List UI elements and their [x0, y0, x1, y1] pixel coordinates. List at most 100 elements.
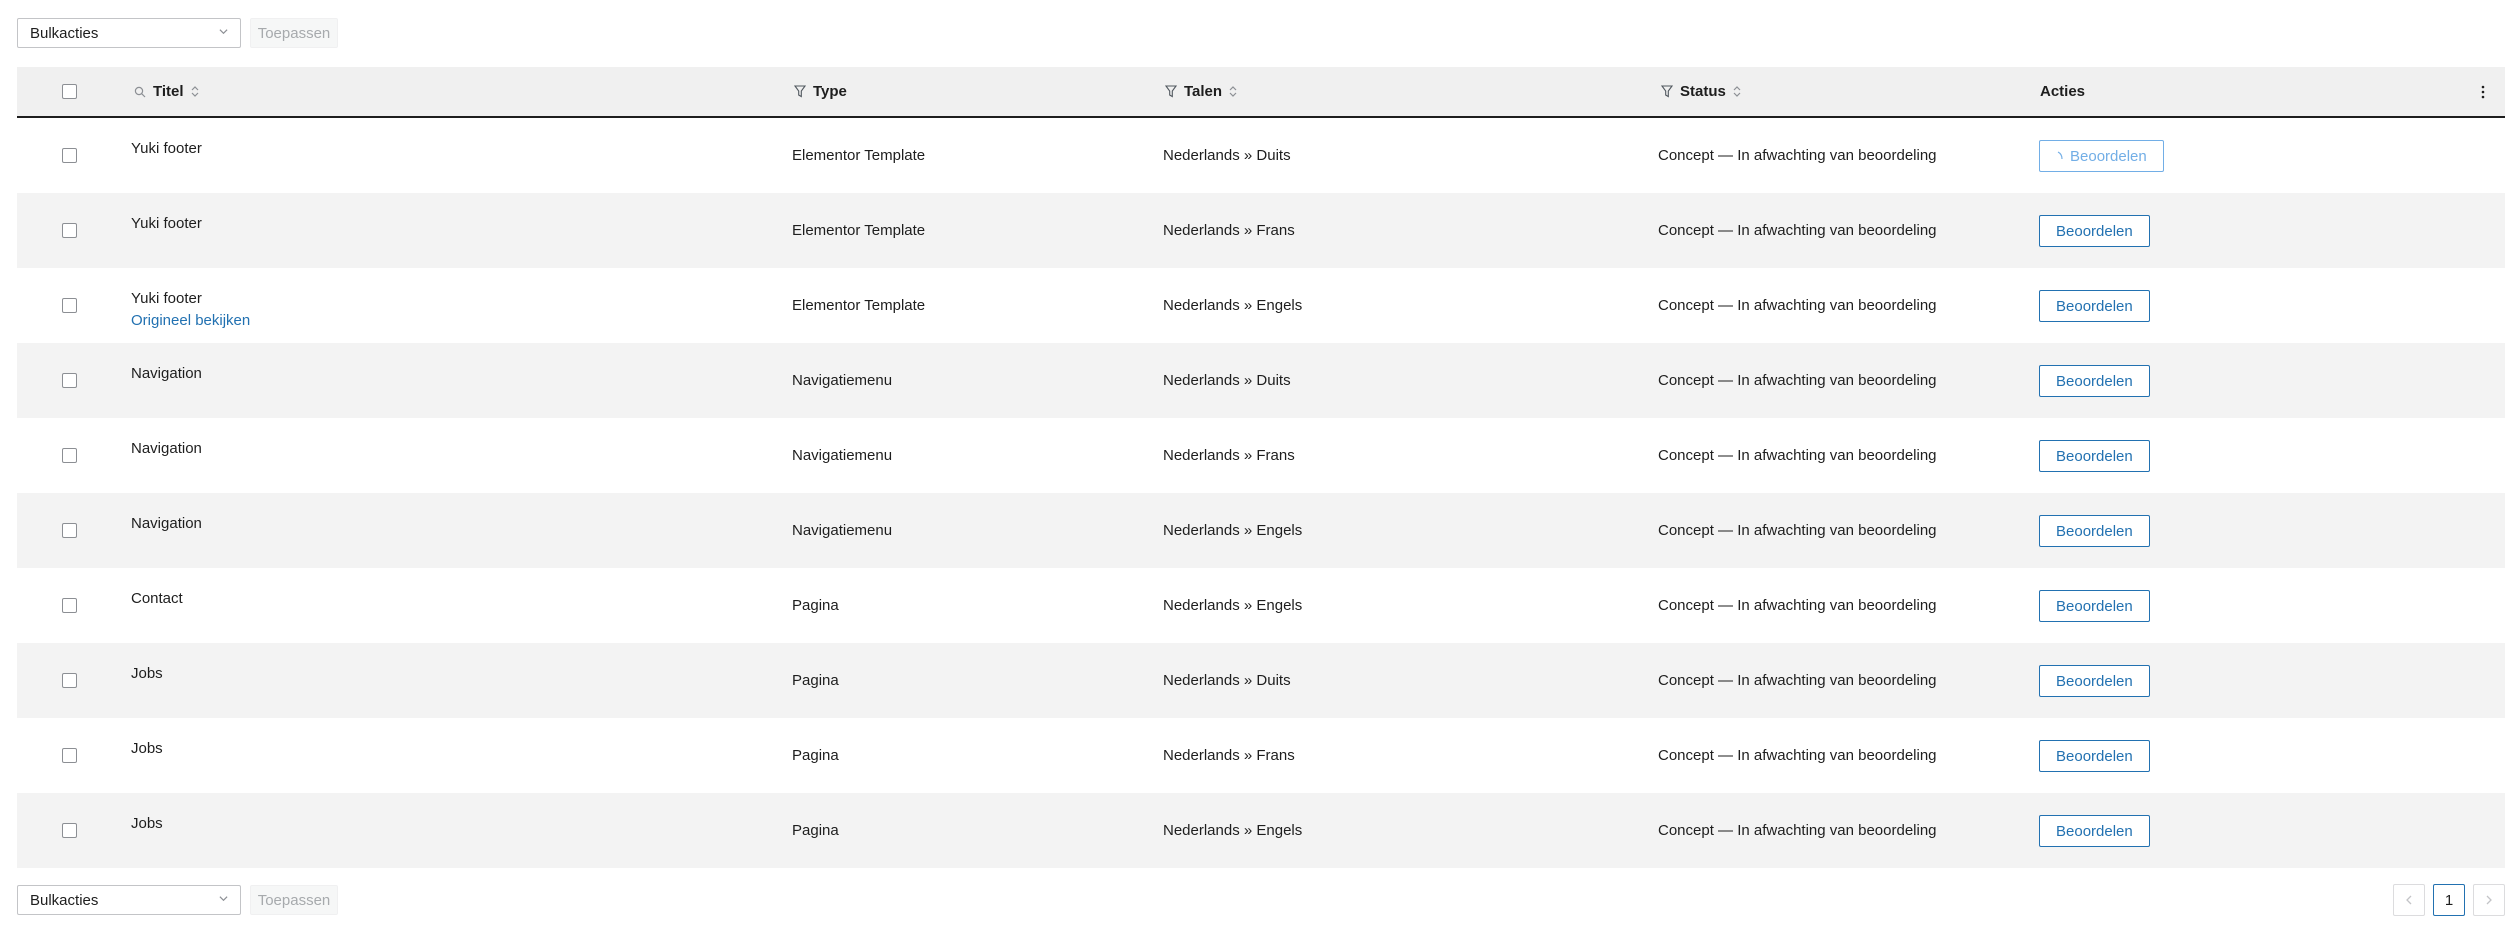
column-status-label: Status	[1680, 83, 1726, 100]
sort-icon[interactable]	[1733, 85, 1741, 98]
column-languages-label: Talen	[1184, 83, 1223, 100]
row-title-cell: Navigation	[131, 515, 202, 533]
bulk-actions-select-value: Bulkacties	[30, 24, 99, 42]
row-title-cell: Jobs	[131, 815, 163, 833]
sort-icon[interactable]	[191, 85, 199, 98]
filter-icon[interactable]	[1661, 85, 1673, 98]
review-button[interactable]: Beoordelen	[2039, 740, 2150, 772]
row-select-cell	[62, 298, 77, 313]
pagination: 1	[2393, 884, 2505, 916]
row-status: Concept — In afwachting van beoordeling	[1658, 522, 1937, 539]
review-button[interactable]: Beoordelen	[2039, 440, 2150, 472]
row-select-cell	[62, 673, 77, 688]
row-select-cell	[62, 598, 77, 613]
column-header-type[interactable]: Type	[794, 67, 847, 116]
row-title: Navigation	[131, 365, 202, 382]
table-row: Yuki footer Elementor Template Nederlands …	[17, 193, 2505, 268]
column-options-button[interactable]	[2481, 67, 2485, 116]
column-actions-label: Acties	[2040, 83, 2086, 100]
filter-icon[interactable]	[794, 85, 806, 98]
row-status: Concept — In afwachting van beoordeling	[1658, 597, 1937, 614]
previous-page-button[interactable]	[2393, 884, 2425, 916]
table-row: Navigation Navigatiemenu Nederlands » Duit…	[17, 343, 2505, 418]
row-checkbox[interactable]	[62, 148, 77, 163]
row-title-cell: Yuki footer	[131, 140, 202, 158]
row-title-cell: Contact	[131, 590, 183, 608]
table-row: Navigation Navigatiemenu Nederlands » Fran…	[17, 418, 2505, 493]
row-languages: Nederlands » Frans	[1163, 222, 1295, 239]
row-checkbox[interactable]	[62, 823, 77, 838]
row-status: Concept — In afwachting van beoordeling	[1658, 672, 1937, 689]
row-type: Pagina	[792, 672, 839, 689]
bulk-actions-select-value: Bulkacties	[30, 891, 99, 909]
review-button[interactable]: Beoordelen	[2039, 815, 2150, 847]
column-title-label: Titel	[153, 83, 184, 100]
filter-icon[interactable]	[1165, 85, 1177, 98]
row-type: Pagina	[792, 597, 839, 614]
row-checkbox[interactable]	[62, 748, 77, 763]
row-checkbox[interactable]	[62, 598, 77, 613]
table-row: Jobs Pagina Nederlands » Duits Concept — In…	[17, 643, 2505, 718]
row-languages: Nederlands » Duits	[1163, 147, 1291, 164]
bulk-actions-select[interactable]: Bulkacties	[17, 18, 241, 48]
search-icon[interactable]	[134, 86, 146, 98]
row-checkbox[interactable]	[62, 298, 77, 313]
review-button-label: Beoordelen	[2056, 447, 2133, 465]
apply-button[interactable]: Toepassen	[250, 885, 338, 915]
review-button[interactable]: Beoordelen	[2039, 365, 2150, 397]
row-checkbox[interactable]	[62, 523, 77, 538]
row-type: Elementor Template	[792, 147, 926, 164]
row-select-cell	[62, 448, 77, 463]
row-title: Yuki footer	[131, 140, 202, 157]
row-title-cell: Yuki footer Origineel bekijken	[131, 290, 250, 329]
row-languages: Nederlands » Engels	[1163, 597, 1303, 614]
row-select-cell	[62, 523, 77, 538]
row-type: Navigatiemenu	[792, 372, 893, 389]
sort-icon[interactable]	[1229, 85, 1237, 98]
column-header-status[interactable]: Status	[1661, 67, 1741, 116]
row-type: Pagina	[792, 822, 839, 839]
apply-button[interactable]: Toepassen	[250, 18, 338, 48]
row-languages: Nederlands » Engels	[1163, 522, 1303, 539]
table-row: Contact Pagina Nederlands » Engels Concept …	[17, 568, 2505, 643]
row-title: Navigation	[131, 440, 202, 457]
view-original-link[interactable]: Origineel bekijken	[131, 312, 250, 329]
row-checkbox[interactable]	[62, 448, 77, 463]
row-select-cell	[62, 748, 77, 763]
review-button-label: Beoordelen	[2056, 747, 2133, 765]
review-button[interactable]: Beoordelen	[2039, 665, 2150, 697]
column-header-title[interactable]: Titel	[134, 67, 199, 116]
next-page-button[interactable]	[2473, 884, 2505, 916]
table-row: Jobs Pagina Nederlands » Frans Concept — In…	[17, 718, 2505, 793]
row-select-cell	[62, 223, 77, 238]
row-languages: Nederlands » Duits	[1163, 672, 1291, 689]
row-title: Contact	[131, 590, 183, 607]
row-type: Elementor Template	[792, 297, 926, 314]
row-checkbox[interactable]	[62, 673, 77, 688]
review-button-label: Beoordelen	[2056, 372, 2133, 390]
row-select-cell	[62, 148, 77, 163]
spinner-icon	[2057, 151, 2063, 160]
row-languages: Nederlands » Engels	[1163, 297, 1303, 314]
jobs-table: Titel Type Talen Status Acties Yuki foot…	[17, 67, 2505, 868]
column-header-languages[interactable]: Talen	[1165, 67, 1237, 116]
row-title-cell: Jobs	[131, 740, 163, 758]
page-number-button[interactable]: 1	[2433, 884, 2465, 916]
review-button[interactable]: Beoordelen	[2039, 590, 2150, 622]
row-languages: Nederlands » Frans	[1163, 747, 1295, 764]
review-button[interactable]: Beoordelen	[2039, 140, 2164, 172]
row-title: Jobs	[131, 740, 163, 757]
row-checkbox[interactable]	[62, 373, 77, 388]
select-all-checkbox[interactable]	[62, 84, 77, 99]
row-status: Concept — In afwachting van beoordeling	[1658, 222, 1937, 239]
bulk-actions-top: Bulkacties Toepassen	[17, 17, 338, 49]
review-button-label: Beoordelen	[2056, 522, 2133, 540]
row-checkbox[interactable]	[62, 223, 77, 238]
review-button[interactable]: Beoordelen	[2039, 515, 2150, 547]
column-type-label: Type	[813, 83, 847, 100]
review-button[interactable]: Beoordelen	[2039, 215, 2150, 247]
row-title: Navigation	[131, 515, 202, 532]
review-button[interactable]: Beoordelen	[2039, 290, 2150, 322]
bulk-actions-select[interactable]: Bulkacties	[17, 885, 241, 915]
more-vertical-icon[interactable]	[2481, 85, 2485, 99]
